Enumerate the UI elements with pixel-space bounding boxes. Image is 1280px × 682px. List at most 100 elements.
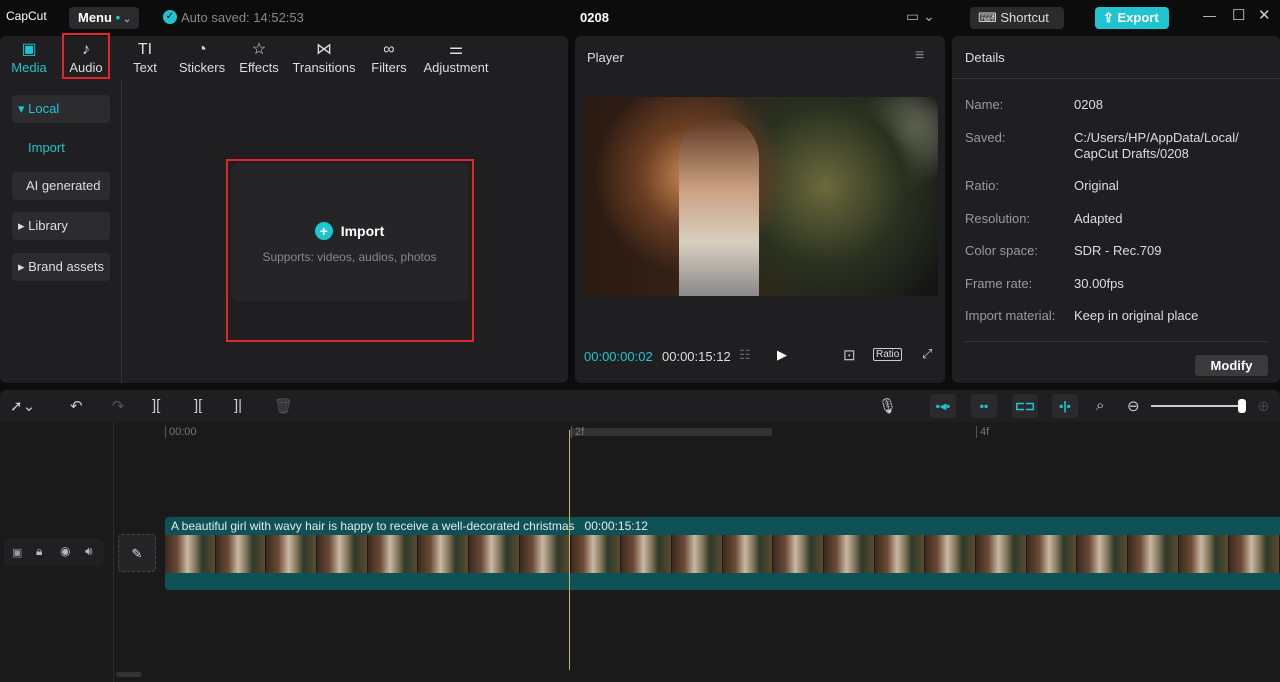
modify-button[interactable]: Modify [1195, 355, 1268, 376]
keyboard-icon: ⌨ [978, 10, 1001, 25]
sidebar-item-library[interactable]: ▸ Library [12, 212, 110, 240]
bowtie-icon: ⋈ [316, 41, 332, 58]
clip-thumbnail [1229, 535, 1280, 573]
circles-icon: ∞ [383, 41, 395, 58]
detail-value: 0208 [1074, 97, 1103, 112]
select-cursor-icon[interactable]: ➚⌄ [10, 397, 35, 415]
linkage-button[interactable]: ⊏⊐ [1012, 394, 1038, 418]
tab-transitions[interactable]: ⋈ Transitions [291, 40, 357, 75]
detail-value: Keep in original place [1074, 308, 1199, 323]
cover-icon[interactable]: ▣ [12, 546, 22, 559]
import-label: Import [340, 223, 385, 239]
detail-label: Ratio: [965, 178, 999, 193]
check-icon: ✓ [163, 10, 177, 24]
clip-thumbnail [570, 535, 622, 573]
undo-icon[interactable]: ↶ [70, 397, 83, 415]
details-title: Details [965, 50, 1005, 65]
detail-value: Adapted [1074, 211, 1123, 226]
split-icon[interactable]: ][ [152, 397, 160, 414]
export-button[interactable]: ⇪ Export [1095, 7, 1169, 29]
clip-thumbnail [418, 535, 470, 573]
fullscreen-icon[interactable]: ⤢ [922, 346, 932, 362]
ruler-tick: 2f [571, 426, 584, 438]
tab-audio[interactable]: ♪ Audio [62, 33, 110, 79]
tab-media[interactable]: ▣ Media [8, 40, 50, 75]
minimize-icon[interactable]: — [1203, 8, 1216, 23]
menu-button[interactable]: Menu • ⌄ [69, 7, 139, 29]
pencil-icon: ✎ [131, 546, 143, 561]
layout-icon[interactable]: ▭ ⌄ [906, 8, 935, 25]
detail-label: Saved: [965, 130, 1006, 145]
close-icon[interactable]: ✕ [1258, 6, 1271, 24]
clip-thumbnail [1128, 535, 1179, 573]
total-time: 00:00:15:12 [662, 349, 731, 364]
menu-icon[interactable]: ≡ [915, 47, 924, 65]
clip-duration: 00:00:15:12 [584, 519, 648, 533]
sidebar-item-ai-generated[interactable]: AI generated [12, 172, 110, 200]
playhead[interactable] [569, 430, 570, 670]
snap-button[interactable]: ▪▪ [971, 394, 997, 418]
edit-cover-button[interactable]: ✎ [118, 534, 156, 572]
timeline: 00:00 2f 4f ▣ 🔒︎ ◉ 🔊︎ ✎ A beautiful girl… [0, 422, 1280, 682]
star-icon: ☆ [251, 41, 267, 58]
title-bar: CapCut Menu • ⌄ ✓ Auto saved: 14:52:53 0… [0, 0, 1280, 36]
tab-effects[interactable]: ☆ Effects [236, 40, 282, 75]
timeline-grid-icon[interactable]: ☷ [739, 347, 751, 363]
zoom-in-icon[interactable]: ⊕ [1257, 397, 1270, 415]
lock-icon[interactable]: 🔒︎ [36, 544, 42, 559]
link-main-track-button[interactable]: ▪◂▪ [930, 394, 956, 418]
clip-thumbnail [1178, 535, 1230, 573]
shortcut-button[interactable]: ⌨ Shortcut [970, 7, 1064, 29]
detail-label: Name: [965, 97, 1004, 112]
detail-value: Original [1074, 178, 1119, 193]
clip-thumbnail [519, 535, 571, 573]
zoom-slider[interactable] [1151, 405, 1245, 407]
clip-thumbnail [976, 535, 1027, 573]
focus-icon[interactable]: ⊡ [843, 346, 856, 364]
zoom-slider-handle[interactable] [1238, 399, 1247, 413]
clip-thumbnail [621, 535, 672, 573]
play-icon[interactable]: ▶ [777, 347, 787, 363]
sidebar-item-local[interactable]: ▾ Local [12, 95, 110, 123]
fit-timeline-icon[interactable]: ⌕ [1096, 397, 1104, 414]
app-logo: CapCut [6, 9, 47, 23]
ratio-button[interactable]: Ratio [873, 348, 903, 361]
clip-thumbnail [671, 535, 723, 573]
sidebar-item-brand-assets[interactable]: ▸ Brand assets [12, 253, 110, 281]
clip-thumbnail [1026, 535, 1078, 573]
clip-thumbnail [874, 535, 926, 573]
tab-adjustment[interactable]: ⚌ Adjustment [420, 40, 492, 75]
music-note-icon: ♪ [82, 41, 90, 58]
tab-text[interactable]: TI Text [124, 40, 166, 75]
microphone-icon[interactable]: 🎙 [878, 397, 897, 415]
preview-axis-button[interactable]: ▪|▪ [1052, 394, 1078, 418]
clip-thumbnail [469, 535, 520, 573]
trim-left-icon[interactable]: ][ [194, 397, 202, 414]
detail-value: C:/Users/HP/AppData/Local/ CapCut Drafts… [1074, 130, 1239, 161]
volume-icon[interactable]: 🔊︎ [85, 544, 93, 559]
video-preview[interactable] [584, 97, 938, 296]
media-icon: ▣ [21, 41, 37, 58]
clip-thumbnails [165, 535, 1280, 573]
clip-thumbnail [317, 535, 368, 573]
sticker-icon: ◔ [197, 41, 207, 58]
eye-icon[interactable]: ◉ [60, 544, 70, 558]
detail-label: Resolution: [965, 211, 1031, 226]
clip-thumbnail [367, 535, 419, 573]
export-icon: ⇪ [1103, 10, 1118, 25]
tab-filters[interactable]: ∞ Filters [368, 40, 410, 75]
horizontal-scrollbar[interactable] [116, 672, 142, 677]
detail-label: Import material: [965, 308, 1056, 323]
trim-right-icon[interactable]: ]| [234, 397, 242, 414]
redo-icon[interactable]: ↷ [112, 397, 125, 415]
sidebar-item-import[interactable]: Import [28, 140, 65, 155]
delete-icon[interactable]: 🗑 [274, 397, 293, 415]
video-clip[interactable]: A beautiful girl with wavy hair is happy… [165, 517, 1280, 590]
clip-thumbnail [773, 535, 824, 573]
zoom-out-icon[interactable]: ⊖ [1127, 397, 1140, 415]
tab-stickers[interactable]: ◔ Stickers [176, 40, 228, 75]
autosave-status: Auto saved: 14:52:53 [181, 10, 304, 25]
clip-thumbnail [165, 535, 216, 573]
maximize-icon[interactable]: ☐ [1232, 6, 1245, 24]
import-dropzone[interactable]: + Import Supports: videos, audios, photos [231, 163, 468, 301]
